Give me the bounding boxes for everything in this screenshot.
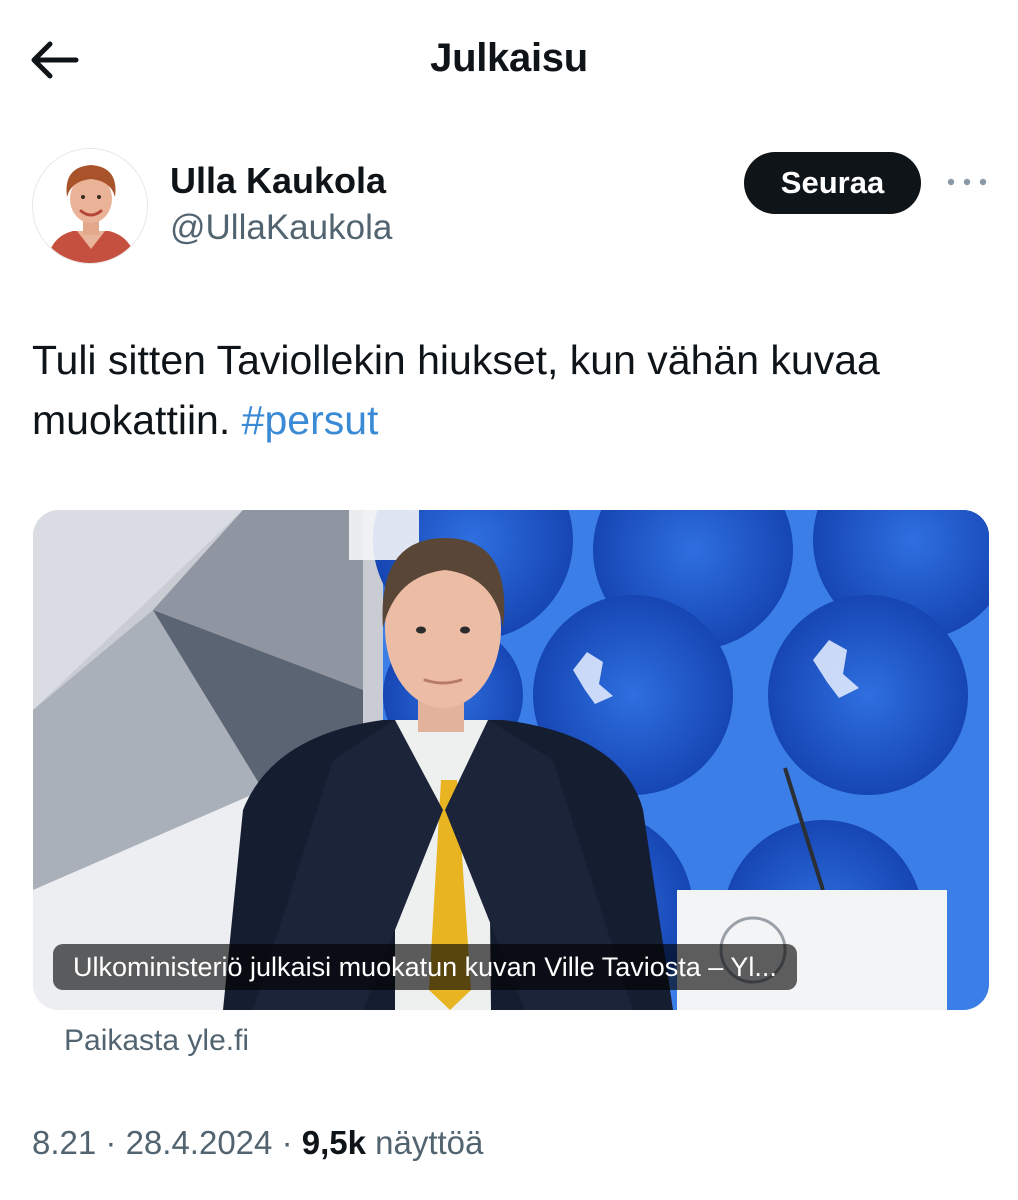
avatar[interactable] [32,148,148,264]
post-date: 28.4.2024 [125,1124,273,1161]
author-row: Ulla Kaukola @UllaKaukola Seuraa [32,148,992,268]
tweet-body: Tuli sitten Taviollekin hiukset, kun väh… [32,337,880,443]
top-bar: Julkaisu [0,0,1018,120]
card-caption: Ulkoministeriö julkaisi muokatun kuvan V… [53,944,797,990]
card-source[interactable]: Paikasta yle.fi [64,1024,249,1058]
tweet-text: Tuli sitten Taviollekin hiukset, kun väh… [32,330,982,450]
views-count: 9,5k [301,1124,366,1161]
card-image [33,510,989,1010]
views-label: näyttöä [375,1124,484,1161]
more-options-button[interactable] [942,166,992,198]
user-handle[interactable]: @UllaKaukola [170,208,392,248]
follow-button[interactable]: Seuraa [744,152,921,214]
page-title: Julkaisu [430,36,588,80]
meta-separator: · [105,1124,117,1161]
link-card[interactable]: Ulkoministeriö julkaisi muokatun kuvan V… [33,510,989,1010]
avatar-image [33,149,147,263]
post-time: 8.21 [32,1124,97,1161]
display-name[interactable]: Ulla Kaukola [170,160,386,202]
tweet-meta: 8.21 · 28.4.2024 · 9,5k näyttöä [32,1124,483,1162]
hashtag-link[interactable]: #persut [242,397,379,443]
ellipsis-icon [947,178,987,186]
meta-separator: · [281,1124,293,1161]
